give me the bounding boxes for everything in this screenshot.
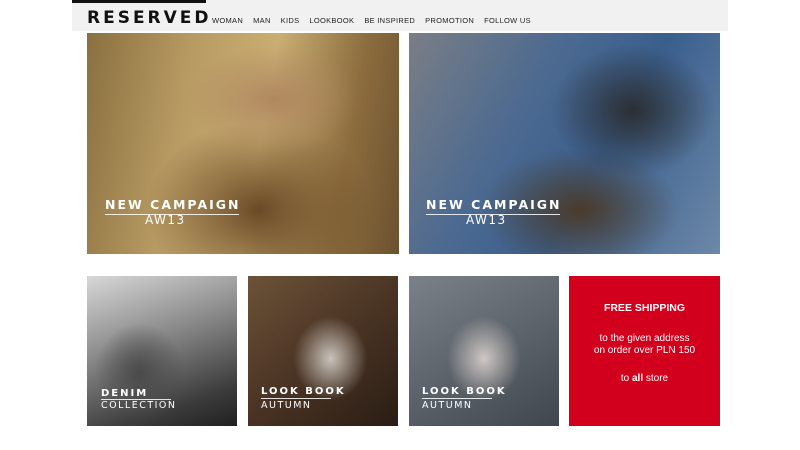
- main-nav: WOMAN MAN KIDS LOOKBOOK BE INSPIRED PROM…: [212, 16, 541, 25]
- nav-follow-us[interactable]: FOLLOW US: [484, 16, 531, 25]
- tile-title: NEW CAMPAIGN: [105, 197, 241, 212]
- tile-title: NEW CAMPAIGN: [426, 197, 562, 212]
- tile-subtitle: AW13: [466, 213, 507, 227]
- campaign-woman-tile[interactable]: NEW CAMPAIGN AW13: [87, 33, 399, 254]
- tile-subtitle: COLLECTION: [101, 400, 177, 411]
- nav-be-inspired[interactable]: BE INSPIRED: [364, 16, 415, 25]
- nav-lookbook[interactable]: LOOKBOOK: [309, 16, 354, 25]
- promo-line-3-bold: all: [631, 373, 644, 384]
- nav-man[interactable]: MAN: [253, 16, 271, 25]
- campaign-man-tile[interactable]: NEW CAMPAIGN AW13: [409, 33, 720, 254]
- nav-promotion[interactable]: PROMOTION: [425, 16, 474, 25]
- logo[interactable]: RESERVED: [87, 8, 212, 28]
- promo-line-2: on order over PLN 150: [593, 345, 696, 356]
- header-accent-line: [72, 0, 206, 3]
- tile-subtitle: AUTUMN: [422, 400, 473, 411]
- nav-woman[interactable]: WOMAN: [212, 16, 243, 25]
- tile-title: LOOK BOOK: [422, 386, 507, 397]
- denim-collection-tile[interactable]: DENIM COLLECTION: [87, 276, 237, 426]
- lookbook-man-tile[interactable]: LOOK BOOK AUTUMN: [409, 276, 559, 426]
- tile-subtitle: AUTUMN: [261, 400, 312, 411]
- promo-line-3: to all store: [569, 373, 720, 384]
- free-shipping-promo[interactable]: FREE SHIPPING to the given address on or…: [569, 276, 720, 426]
- tile-underline: [422, 398, 492, 399]
- promo-line-3-suffix: store: [643, 373, 669, 384]
- tile-subtitle: AW13: [145, 213, 186, 227]
- lookbook-woman-tile[interactable]: LOOK BOOK AUTUMN: [248, 276, 398, 426]
- nav-kids[interactable]: KIDS: [281, 16, 300, 25]
- promo-line-3-prefix: to: [620, 373, 632, 384]
- tile-title: LOOK BOOK: [261, 386, 346, 397]
- promo-title: FREE SHIPPING: [603, 302, 686, 314]
- tile-title: DENIM: [101, 388, 149, 399]
- tile-underline: [261, 398, 331, 399]
- promo-line-1: to the given address: [599, 333, 690, 344]
